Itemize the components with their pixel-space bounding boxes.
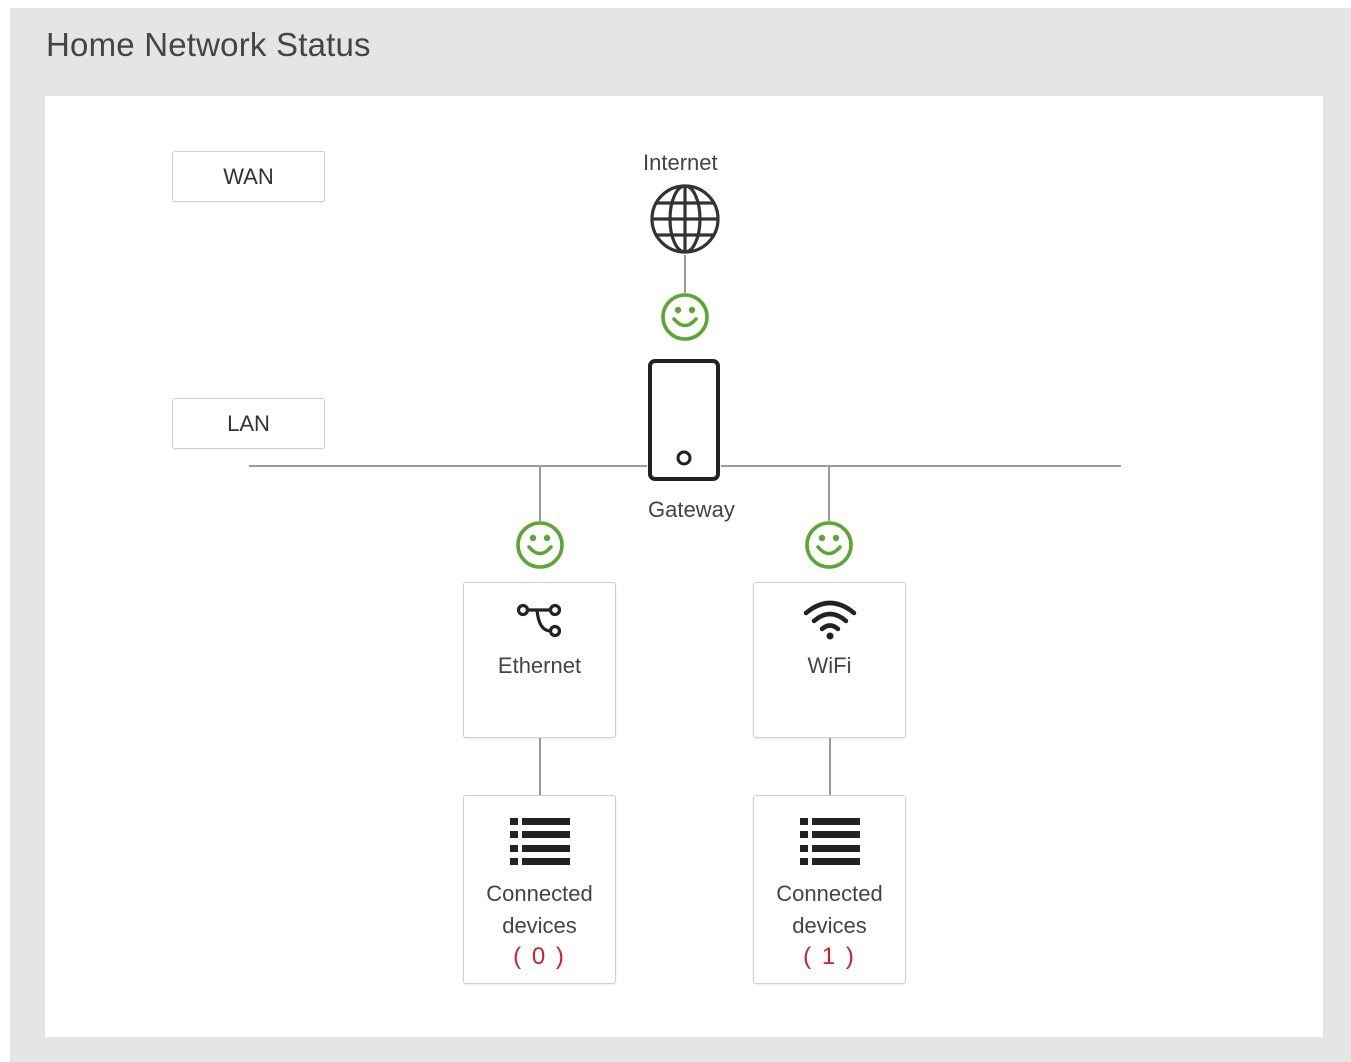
wifi-signal-icon	[803, 600, 857, 640]
wifi-status-smiley-icon	[805, 521, 853, 569]
ethernet-label: Ethernet	[497, 653, 582, 678]
ethernet-devices-count[interactable]: ( 0 )	[464, 943, 615, 971]
page-title: Home Network Status	[46, 26, 371, 63]
internet-status-smiley-icon	[661, 293, 709, 341]
wifi-devices-label-line2: devices	[792, 913, 867, 938]
ethernet-branch-icon	[517, 603, 562, 638]
device-list-icon	[510, 818, 570, 865]
network-status-panel: WAN LAN Internet Gateway Ethernet Connec…	[45, 96, 1323, 1037]
lan-bus-line-left	[249, 465, 647, 467]
wan-label: WAN	[172, 151, 325, 202]
ethernet-connector	[539, 467, 541, 521]
wan-label-text: WAN	[223, 163, 274, 189]
ethernet-devices-connector	[539, 738, 541, 796]
wifi-connector	[828, 467, 830, 521]
lan-label-text: LAN	[227, 410, 270, 436]
wifi-connected-devices-card[interactable]: Connected devices ( 1 )	[753, 795, 906, 984]
wifi-label: WiFi	[807, 653, 852, 678]
ethernet-card[interactable]: Ethernet	[463, 582, 616, 738]
gateway-label: Gateway	[648, 497, 735, 522]
device-list-icon	[800, 818, 860, 865]
lan-bus-line-right	[721, 465, 1121, 467]
lan-label: LAN	[172, 398, 325, 449]
internet-label: Internet	[643, 150, 718, 175]
ethernet-devices-label-line1: Connected	[486, 881, 593, 906]
wifi-devices-label-line1: Connected	[776, 881, 883, 906]
gateway-router-icon[interactable]	[647, 358, 721, 482]
internet-gateway-connector	[684, 255, 686, 293]
ethernet-connected-devices-card[interactable]: Connected devices ( 0 )	[463, 795, 616, 984]
globe-icon[interactable]	[649, 183, 721, 255]
wifi-card[interactable]: WiFi	[753, 582, 906, 738]
wifi-devices-count[interactable]: ( 1 )	[754, 943, 905, 971]
ethernet-devices-label-line2: devices	[502, 913, 577, 938]
ethernet-status-smiley-icon	[516, 521, 564, 569]
wifi-devices-connector	[829, 738, 831, 796]
